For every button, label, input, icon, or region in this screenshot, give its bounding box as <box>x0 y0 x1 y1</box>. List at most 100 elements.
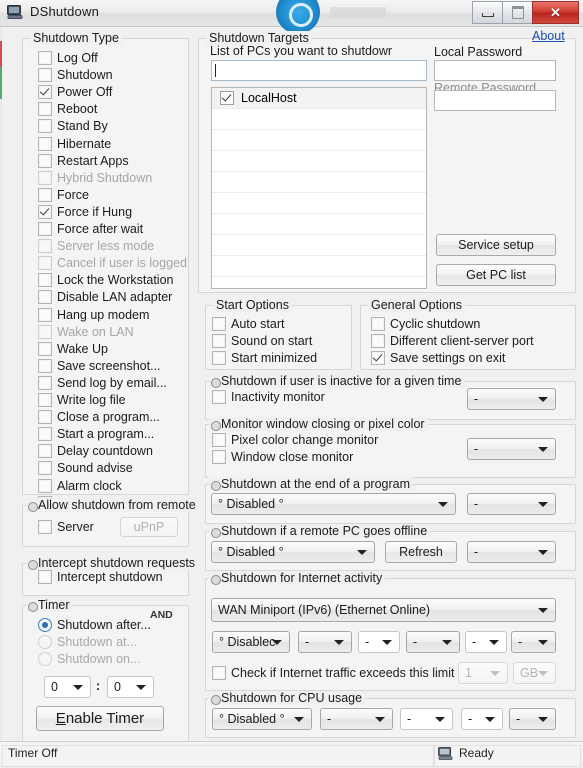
timer-radio[interactable] <box>28 602 38 612</box>
remote-offline-combo2[interactable]: - <box>467 541 556 563</box>
checkbox-box <box>220 91 234 105</box>
shutdown-type-item-3[interactable]: Reboot <box>38 102 97 116</box>
shutdown-type-item-10[interactable]: Force after wait <box>38 222 143 236</box>
minimize-button[interactable] <box>472 1 502 24</box>
list-item[interactable]: LocalHost <box>212 88 426 109</box>
shutdown-type-item-11[interactable]: Server less mode <box>38 239 154 253</box>
remote-password-input[interactable] <box>434 90 556 111</box>
refresh-button[interactable]: Refresh <box>385 541 457 563</box>
shutdown-type-item-label: Hang up modem <box>57 307 150 322</box>
auto-start-checkbox[interactable]: Auto start <box>212 317 285 331</box>
cyclic-shutdown-checkbox[interactable]: Cyclic shutdown <box>371 317 480 331</box>
enable-timer-button[interactable]: Enable Timer <box>36 706 164 731</box>
shutdown-type-item-22[interactable]: Start a program... <box>38 427 154 441</box>
cpu-combo-4[interactable]: - <box>509 708 556 730</box>
internet-combo-1[interactable]: - <box>298 631 352 653</box>
shutdown-type-item-12[interactable]: Cancel if user is logged <box>38 256 187 270</box>
shutdown-type-item-1[interactable]: Shutdown <box>38 68 113 82</box>
timer-option-on[interactable]: Shutdown on... <box>38 652 140 666</box>
shutdown-type-item-8[interactable]: Force <box>38 188 89 202</box>
intercept-shutdown-checkbox[interactable]: Intercept shutdown <box>38 570 163 584</box>
about-link[interactable]: About <box>532 29 565 43</box>
network-adapter-combo[interactable]: WAN Miniport (IPv6) (Ethernet Online) <box>211 598 556 622</box>
traffic-amount-combo[interactable]: 1 <box>458 662 508 684</box>
cpu-usage-legend[interactable]: Shutdown for CPU usage <box>209 691 366 705</box>
inactivity-legend[interactable]: Shutdown if user is inactive for a given… <box>209 374 465 388</box>
close-button[interactable]: ✕ <box>532 1 579 24</box>
inactivity-radio[interactable] <box>211 378 221 388</box>
shutdown-type-item-9[interactable]: Force if Hung <box>38 205 132 219</box>
shutdown-type-item-24[interactable]: Sound advise <box>38 461 133 475</box>
save-settings-checkbox[interactable]: Save settings on exit <box>371 351 505 365</box>
intercept-radio[interactable] <box>28 560 38 570</box>
inactivity-combo[interactable]: - <box>467 388 556 410</box>
sound-on-start-checkbox[interactable]: Sound on start <box>212 334 312 348</box>
intercept-legend[interactable]: Intercept shutdown requests <box>26 556 199 570</box>
get-pc-list-button[interactable]: Get PC list <box>436 264 556 286</box>
shutdown-type-item-13[interactable]: Lock the Workstation <box>38 273 174 287</box>
cpu-combo-0[interactable]: ° Disabled ° <box>212 708 312 730</box>
internet-combo-2[interactable]: - <box>358 631 400 653</box>
monitor-legend[interactable]: Monitor window closing or pixel color <box>209 417 428 431</box>
shutdown-type-item-19[interactable]: Send log by email... <box>38 376 167 390</box>
shutdown-type-item-5[interactable]: Hibernate <box>38 137 111 151</box>
shutdown-type-item-2[interactable]: Power Off <box>38 85 112 99</box>
traffic-limit-checkbox[interactable]: Check if Internet traffic exceeds this l… <box>212 666 454 680</box>
monitor-combo[interactable]: - <box>467 438 556 460</box>
end-of-program-legend[interactable]: Shutdown at the end of a program <box>209 477 414 491</box>
shutdown-type-item-16[interactable]: Wake on LAN <box>38 325 134 339</box>
shutdown-type-item-23[interactable]: Delay countdown <box>38 444 153 458</box>
monitor-radio[interactable] <box>211 421 221 431</box>
maximize-button[interactable] <box>502 1 532 24</box>
remote-offline-legend[interactable]: Shutdown if a remote PC goes offline <box>209 524 431 538</box>
shutdown-type-item-20[interactable]: Write log file <box>38 393 126 407</box>
end-of-program-radio[interactable] <box>211 481 221 491</box>
shutdown-type-item-25[interactable]: Alarm clock <box>38 479 122 493</box>
shutdown-type-item-0[interactable]: Log Off <box>38 51 98 65</box>
inactivity-monitor-checkbox[interactable]: Inactivity monitor <box>212 390 325 404</box>
traffic-unit-combo[interactable]: GB <box>513 662 556 684</box>
server-checkbox[interactable]: Server <box>38 520 94 534</box>
remote-offline-radio[interactable] <box>211 528 221 538</box>
timer-option-at[interactable]: Shutdown at... <box>38 635 137 649</box>
shutdown-type-item-17[interactable]: Wake Up <box>38 342 108 356</box>
local-password-input[interactable] <box>434 60 556 81</box>
end-of-program-combo2[interactable]: - <box>467 493 556 515</box>
allow-remote-legend[interactable]: Allow shutdown from remote <box>26 498 199 512</box>
internet-combo-3[interactable]: - <box>406 631 460 653</box>
pc-listbox[interactable]: LocalHost <box>211 87 427 289</box>
timer-legend[interactable]: Timer <box>26 598 73 612</box>
pc-name-input[interactable] <box>211 60 427 81</box>
pixel-color-monitor-checkbox[interactable]: Pixel color change monitor <box>212 433 378 447</box>
shutdown-type-item-14[interactable]: Disable LAN adapter <box>38 290 172 304</box>
shutdown-type-item-6[interactable]: Restart Apps <box>38 154 129 168</box>
shutdown-type-item-4[interactable]: Stand By <box>38 119 108 133</box>
start-minimized-label: Start minimized <box>231 350 318 365</box>
window-close-monitor-checkbox[interactable]: Window close monitor <box>212 450 353 464</box>
shutdown-type-item-18[interactable]: Save screenshot... <box>38 359 161 373</box>
shutdown-type-item-21[interactable]: Close a program... <box>38 410 160 424</box>
timer-hours-combo[interactable]: 0 <box>44 676 91 698</box>
internet-combo-5[interactable]: - <box>511 631 556 653</box>
save-settings-label: Save settings on exit <box>390 350 506 365</box>
cpu-combo-3[interactable]: - <box>461 708 503 730</box>
cpu-usage-radio[interactable] <box>211 695 221 705</box>
upnp-button[interactable]: uPnP <box>120 517 178 537</box>
chevron-down-icon <box>538 671 548 676</box>
internet-activity-legend[interactable]: Shutdown for Internet activity <box>209 571 386 585</box>
end-of-program-combo[interactable]: ° Disabled ° <box>211 493 456 515</box>
internet-activity-radio[interactable] <box>211 575 221 585</box>
internet-combo-4[interactable]: - <box>465 631 507 653</box>
different-port-checkbox[interactable]: Different client-server port <box>371 334 534 348</box>
service-setup-button[interactable]: Service setup <box>436 234 556 256</box>
internet-combo-0[interactable]: ° Disablec <box>212 631 290 653</box>
cpu-combo-1[interactable]: - <box>320 708 393 730</box>
start-minimized-checkbox[interactable]: Start minimized <box>212 351 317 365</box>
allow-remote-radio[interactable] <box>28 502 38 512</box>
shutdown-type-item-7[interactable]: Hybrid Shutdown <box>38 171 152 185</box>
remote-offline-combo[interactable]: ° Disabled ° <box>211 541 375 563</box>
timer-option-after[interactable]: Shutdown after... <box>38 618 151 632</box>
timer-minutes-combo[interactable]: 0 <box>107 676 154 698</box>
cpu-combo-2[interactable]: - <box>400 708 453 730</box>
shutdown-type-item-15[interactable]: Hang up modem <box>38 308 149 322</box>
